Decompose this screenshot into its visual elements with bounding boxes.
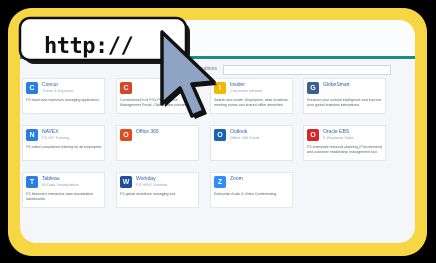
app-description: FS Network's interactive data visualizat…: [26, 192, 94, 201]
url-text: http://: [44, 34, 134, 59]
app-description: FS global workforce managing tool.: [120, 192, 177, 196]
app-subtitle: BI Data Visualization: [42, 182, 79, 187]
cornerstone-icon: C: [120, 82, 132, 94]
app-description: Enterprise Audio & Video Conferencing.: [214, 192, 278, 196]
search-input[interactable]: [223, 65, 391, 75]
app-description: FS enterprise resource planning (Procure…: [307, 145, 383, 154]
app-subtitle: E-Business Suite: [323, 135, 354, 140]
app-title[interactable]: Zoom: [230, 176, 243, 182]
globesmart-icon: G: [307, 82, 319, 94]
office-365-icon: O: [120, 129, 132, 141]
mouse-pointer-icon: [160, 30, 217, 119]
app-description: FS travel and expenses managing applicat…: [26, 98, 100, 102]
navex-icon: N: [26, 129, 38, 141]
app-description: Search and locate: Employees, desk locat…: [214, 98, 289, 107]
workday-icon: W: [120, 176, 132, 188]
app-description: Enhance your cultural intelligence and i…: [307, 98, 382, 107]
app-card[interactable]: G GlobeSmart Enhance your cultural intelli…: [303, 78, 386, 114]
app-card[interactable]: Z Zoom Enterprise Audio & Video Conferenci…: [210, 172, 293, 208]
app-subtitle: Travel & Expense: [42, 88, 74, 93]
oracle-icon: O: [307, 129, 319, 141]
app-card[interactable]: O Oracle EBS E-Business Suite FS enterprise…: [303, 125, 386, 161]
app-description: FS online compliance training for all em…: [26, 145, 103, 149]
app-card[interactable]: N NAVEX FS HR Training FS online compliance…: [22, 125, 105, 161]
tableau-icon: T: [26, 176, 38, 188]
zoom-icon: Z: [214, 176, 226, 188]
app-subtitle: Corporate intranet: [230, 88, 263, 93]
app-card[interactable]: W Workday FS HRIS Solution FS global workfo…: [116, 172, 199, 208]
app-subtitle: FS HR Training: [42, 135, 70, 140]
app-subtitle: Office 365 Email: [230, 135, 260, 140]
concur-icon: C: [26, 82, 38, 94]
app-card[interactable]: C Concur Travel & Expense FS travel and exp…: [22, 78, 105, 114]
app-title[interactable]: GlobeSmart: [323, 82, 350, 88]
app-card[interactable]: I Insider Corporate intranet Search and loc…: [210, 78, 293, 114]
app-card[interactable]: T Tableau BI Data Visualization FS Network'…: [22, 172, 105, 208]
app-subtitle: FS HRIS Solution: [136, 182, 168, 187]
app-card[interactable]: O Outlook Office 365 Email: [210, 125, 293, 161]
